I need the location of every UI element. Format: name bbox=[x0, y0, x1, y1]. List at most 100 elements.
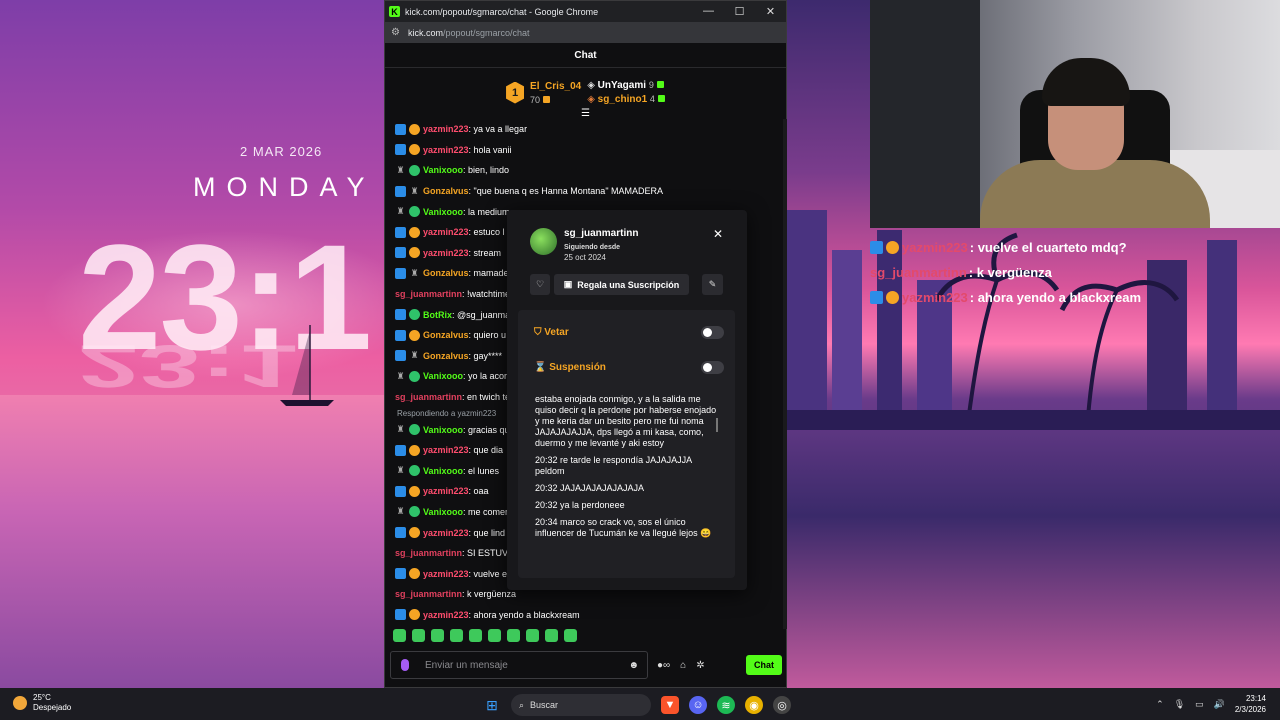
taskbar-search[interactable]: ⌕ Buscar bbox=[511, 694, 651, 716]
chat-username[interactable]: yazmin223 bbox=[423, 145, 469, 155]
emote-icon[interactable] bbox=[564, 629, 577, 642]
leader-first[interactable]: El_Cris_04 70 bbox=[530, 81, 581, 105]
chat-message[interactable]: yazmin223: hola vanii bbox=[385, 140, 785, 161]
chat-scrollbar[interactable] bbox=[783, 119, 787, 629]
verified-icon bbox=[395, 527, 406, 539]
gift-subscription-button[interactable]: ▣ Regala una Suscripción bbox=[554, 274, 689, 295]
chat-username[interactable]: Gonzalvus bbox=[423, 330, 469, 340]
veto-label: Vetar bbox=[544, 327, 569, 338]
veto-toggle[interactable] bbox=[701, 326, 724, 339]
overlay-username: yazmin223 bbox=[902, 240, 968, 255]
brave-browser-icon[interactable]: ▼ bbox=[661, 696, 679, 714]
chrome-icon[interactable]: ◉ bbox=[745, 696, 763, 714]
gift-icon bbox=[656, 81, 664, 88]
chat-username[interactable]: yazmin223 bbox=[423, 569, 469, 579]
chat-text: : stream bbox=[468, 247, 502, 258]
chat-username[interactable]: Vanixooo bbox=[423, 207, 463, 217]
chat-username[interactable]: Vanixooo bbox=[423, 165, 463, 175]
emote-icon[interactable] bbox=[526, 629, 539, 642]
history-scrollbar[interactable] bbox=[716, 418, 718, 432]
chat-username[interactable]: yazmin223 bbox=[423, 124, 469, 134]
emote-icon[interactable] bbox=[545, 629, 558, 642]
store-icon[interactable]: ⌂ bbox=[680, 660, 686, 671]
settings-gear-icon[interactable]: ✲ bbox=[696, 660, 704, 671]
leader-third[interactable]: ◈ sg_chino1 4 bbox=[587, 94, 665, 105]
user-card-username[interactable]: sg_juanmartinn bbox=[564, 228, 638, 239]
message-input[interactable]: Enviar un mensaje ☻ bbox=[390, 651, 648, 679]
weather-condition: Despejado bbox=[33, 703, 72, 712]
spotify-icon[interactable]: ≋ bbox=[717, 696, 735, 714]
maximize-button[interactable]: ☐ bbox=[724, 5, 755, 18]
verified-icon bbox=[395, 267, 406, 279]
subscriber-badge-icon bbox=[409, 164, 420, 176]
kick-logo-icon: K bbox=[389, 6, 400, 17]
chat-username[interactable]: sg_juanmartinn bbox=[395, 589, 462, 599]
chat-username[interactable]: yazmin223 bbox=[423, 227, 469, 237]
close-icon[interactable]: ✕ bbox=[713, 227, 723, 241]
chat-message[interactable]: ♜ Vanixooo: bien, lindo bbox=[385, 160, 785, 181]
chat-username[interactable]: Gonzalvus bbox=[423, 186, 469, 196]
chat-username[interactable]: Vanixooo bbox=[423, 507, 463, 517]
emote-icon[interactable] bbox=[431, 629, 444, 642]
weather-widget[interactable]: 25°C Despejado bbox=[13, 693, 71, 713]
discord-icon[interactable]: ☺ bbox=[689, 696, 707, 714]
minimize-button[interactable]: — bbox=[693, 5, 724, 18]
chat-message[interactable]: yazmin223: ahora yendo a blackxream bbox=[385, 605, 785, 626]
message-history[interactable]: estaba enojada conmigo, y a la salida me… bbox=[535, 394, 720, 572]
moon-weather-icon bbox=[13, 696, 27, 710]
follow-heart-button[interactable]: ♡ bbox=[530, 274, 550, 295]
chat-username[interactable]: yazmin223 bbox=[423, 248, 469, 258]
microphone-icon[interactable] bbox=[401, 659, 409, 671]
chat-message[interactable]: ♜ Gonzalvus: "que buena q es Hanna Montan… bbox=[385, 181, 785, 202]
chat-text: : ya va a llegar bbox=[468, 124, 528, 135]
expand-leaderboard-icon[interactable]: ☰ bbox=[581, 108, 590, 119]
send-chat-button[interactable]: Chat bbox=[746, 655, 782, 675]
chat-username[interactable]: sg_juanmartinn bbox=[395, 392, 462, 402]
microphone-tray-icon[interactable]: 🎙 bbox=[1174, 699, 1185, 710]
suspend-toggle[interactable] bbox=[701, 361, 724, 374]
chat-username[interactable]: Vanixooo bbox=[423, 425, 463, 435]
address-bar[interactable]: ⚙ kick.com/popout/sgmarco/chat bbox=[385, 22, 786, 43]
emoji-picker-icon[interactable]: ☻ bbox=[628, 660, 639, 671]
emote-icon[interactable] bbox=[393, 629, 406, 642]
chat-text: : gracias qu bbox=[463, 424, 510, 435]
kick-points-icon[interactable]: ●∞ bbox=[657, 660, 670, 671]
emote-icon[interactable] bbox=[412, 629, 425, 642]
chevron-up-icon[interactable]: ⌃ bbox=[1156, 699, 1164, 710]
emote-icon[interactable] bbox=[507, 629, 520, 642]
chat-username[interactable]: sg_juanmartinn bbox=[395, 548, 462, 558]
chat-username[interactable]: yazmin223 bbox=[423, 610, 469, 620]
leader-second-count: 9 bbox=[648, 80, 654, 90]
emote-icon[interactable] bbox=[450, 629, 463, 642]
site-settings-icon[interactable]: ⚙ bbox=[391, 27, 400, 38]
volume-icon[interactable]: 🔊 bbox=[1214, 699, 1225, 710]
leader-second[interactable]: ◈ UnYagami 9 bbox=[587, 80, 665, 91]
taskbar-apps: ⊞ ⌕ Buscar ▼ ☺ ≋ ◉ ◎ bbox=[483, 694, 791, 716]
chat-message[interactable]: yazmin223: ya va a llegar bbox=[385, 119, 785, 140]
chat-username[interactable]: Gonzalvus bbox=[423, 268, 469, 278]
subscriber-badge-icon bbox=[409, 506, 420, 518]
chat-username[interactable]: BotRix bbox=[423, 310, 452, 320]
windows-start-icon[interactable]: ⊞ bbox=[483, 696, 501, 714]
window-titlebar[interactable]: K kick.com/popout/sgmarco/chat - Google … bbox=[385, 1, 786, 22]
taskbar-clock[interactable]: 23:14 2/3/2026 bbox=[1235, 693, 1266, 715]
chat-username[interactable]: yazmin223 bbox=[423, 445, 469, 455]
subscriber-badge-icon bbox=[409, 309, 420, 321]
close-button[interactable]: ✕ bbox=[755, 5, 786, 18]
chat-username[interactable]: Gonzalvus bbox=[423, 351, 469, 361]
user-card-popup: sg_juanmartinn Siguiendo desde 25 oct 20… bbox=[507, 210, 747, 590]
chat-username[interactable]: Vanixooo bbox=[423, 371, 463, 381]
chat-username[interactable]: yazmin223 bbox=[423, 528, 469, 538]
overlay-text: : ahora yendo a blackxream bbox=[969, 290, 1142, 305]
emote-icon[interactable] bbox=[488, 629, 501, 642]
emote-icon[interactable] bbox=[469, 629, 482, 642]
verified-icon bbox=[395, 185, 406, 197]
network-icon[interactable]: ▭ bbox=[1195, 699, 1204, 710]
obs-icon[interactable]: ◎ bbox=[773, 696, 791, 714]
chat-username[interactable]: sg_juanmartinn bbox=[395, 289, 462, 299]
chat-username[interactable]: Vanixooo bbox=[423, 466, 463, 476]
chat-text: : quiero u bbox=[468, 330, 507, 341]
mod-action-button[interactable]: ✎ bbox=[702, 274, 723, 295]
chat-username[interactable]: yazmin223 bbox=[423, 486, 469, 496]
chat-text: : vuelve e bbox=[468, 568, 508, 579]
